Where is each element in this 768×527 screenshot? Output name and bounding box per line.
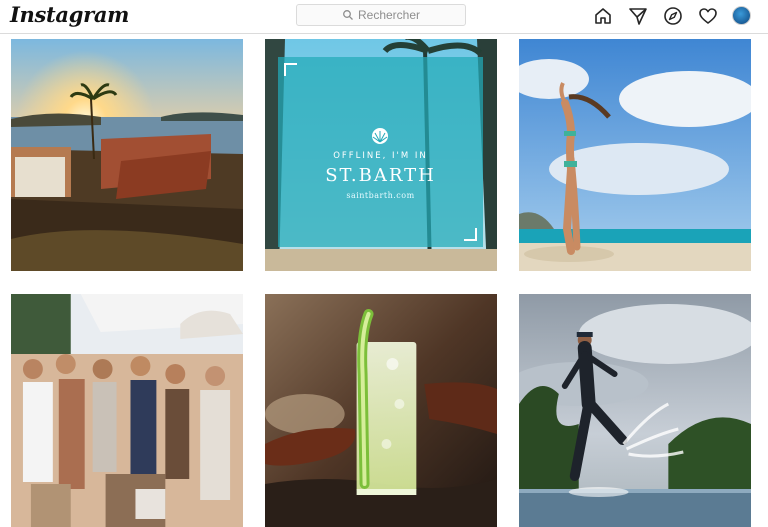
pool-kick-image (519, 294, 751, 527)
party-group-image (11, 294, 243, 527)
post-tile-4[interactable] (11, 294, 243, 527)
sunset-villa-image (11, 39, 243, 271)
search-input[interactable]: Rechercher (296, 4, 466, 26)
direct-message-icon (629, 8, 647, 25)
direct-message-button[interactable] (627, 5, 649, 27)
beach-woman-image (519, 39, 751, 271)
promo-overlay: OFFLINE, I'M IN ST.BARTH saintbarth.com (278, 57, 483, 247)
shell-logo-icon (372, 128, 388, 144)
activity-heart-icon (699, 8, 717, 24)
top-navbar: Instagram Rechercher (0, 0, 768, 34)
explore-compass-icon (664, 7, 682, 25)
post-tile-3[interactable] (519, 39, 751, 271)
corner-mark-top-left (284, 63, 297, 76)
cocktail-image (265, 294, 497, 527)
corner-mark-bottom-right (464, 228, 477, 241)
post-tile-6[interactable] (519, 294, 751, 527)
activity-button[interactable] (697, 5, 719, 27)
post-tile-2[interactable]: OFFLINE, I'M IN ST.BARTH saintbarth.com (265, 39, 497, 271)
home-button[interactable] (592, 5, 614, 27)
promo-line-1: OFFLINE, I'M IN (333, 151, 428, 161)
home-icon (595, 8, 611, 24)
post-tile-1[interactable] (11, 39, 243, 271)
explore-button[interactable] (662, 5, 684, 27)
post-tile-5[interactable] (265, 294, 497, 527)
search-placeholder: Rechercher (357, 8, 421, 22)
search-icon (343, 10, 353, 20)
promo-title: ST.BARTH (325, 165, 436, 186)
profile-avatar[interactable] (732, 6, 751, 25)
instagram-logo[interactable]: Instagram (10, 2, 129, 27)
promo-url: saintbarth.com (346, 191, 415, 200)
